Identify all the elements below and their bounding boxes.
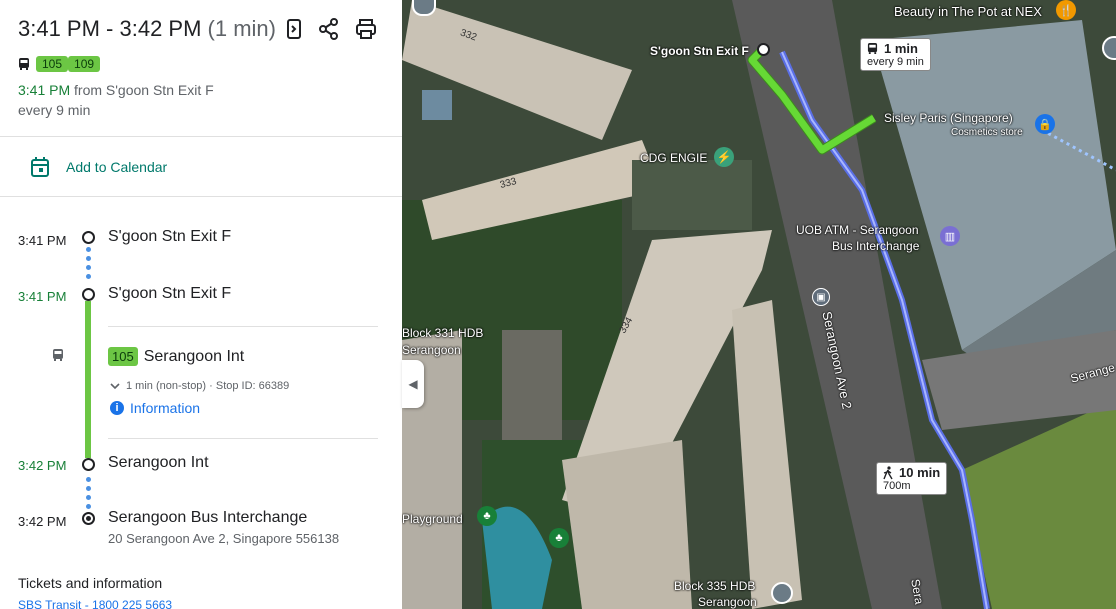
destination-marker (82, 512, 95, 525)
bus-callout-duration: 1 min (884, 41, 918, 56)
walking-icon (883, 465, 893, 479)
map-label-beauty: Beauty in The Pot at NEX (894, 4, 1042, 19)
bus-route-line (85, 301, 91, 458)
transit-provider-link[interactable]: SBS Transit - 1800 225 5663 (18, 598, 172, 609)
bus-callout-frequency: every 9 min (867, 56, 924, 68)
share-button[interactable] (319, 18, 339, 45)
chevron-left-icon: ◀ (408, 377, 418, 391)
step-time: 3:42 PM (18, 458, 67, 473)
map-label-playground: Playground (402, 512, 463, 526)
park-icon[interactable]: ♣ (549, 528, 569, 548)
send-to-phone-icon (287, 19, 301, 39)
time-range-text: 3:41 PM - 3:42 PM (18, 16, 202, 41)
departure-info: 3:41 PM from S'goon Stn Exit F (18, 82, 214, 98)
map-label-sisley: Sisley Paris (Singapore) (884, 111, 1013, 125)
collapse-panel-button[interactable]: ◀ (402, 360, 424, 408)
stop-marker (82, 288, 95, 301)
destination-address: 20 Serangoon Ave 2, Singapore 556138 (108, 531, 340, 546)
route-summary: 105 109 (18, 56, 101, 72)
calendar-label: Add to Calendar (66, 159, 168, 175)
bank-icon[interactable]: ▥ (940, 226, 960, 246)
bus-callout[interactable]: 1 min every 9 min (860, 38, 931, 71)
map-label-block-331: Block 331 HDB (402, 326, 484, 340)
place-pin-icon[interactable] (771, 582, 793, 604)
park-icon[interactable]: ♣ (477, 506, 497, 526)
trip-time-range: 3:41 PM - 3:42 PM (1 min) (18, 16, 276, 42)
departure-location: from S'goon Stn Exit F (74, 82, 214, 98)
walk-dots (86, 477, 91, 513)
share-icon (319, 18, 338, 40)
divider (0, 136, 402, 137)
walk-callout-duration: 10 min (899, 465, 941, 480)
stop-name[interactable]: S'goon Stn Exit F (108, 228, 231, 246)
map-label-cdg: CDG ENGIE (640, 151, 708, 165)
step-time: 3:41 PM (18, 289, 67, 304)
trip-duration: (1 min) (207, 16, 276, 41)
map-view[interactable]: ⚡ ▥ 🔒 🍴 ▣ ♣ ♣ S'goon Stn Exit F Beauty i… (402, 0, 1116, 609)
step-time: 3:41 PM (18, 233, 67, 248)
origin-stop-marker[interactable] (757, 43, 770, 56)
directions-panel: 3:41 PM - 3:42 PM (1 min) 105 109 3:41 P… (0, 0, 402, 609)
stop-name[interactable]: S'goon Stn Exit F (108, 285, 231, 303)
tickets-heading: Tickets and information (18, 575, 163, 591)
print-icon (356, 19, 376, 39)
divider (108, 326, 378, 327)
bus-stop-icon[interactable]: ▣ (812, 288, 830, 306)
stop-marker (82, 231, 95, 244)
map-label-uob: UOB ATM - Serangoon (796, 223, 919, 237)
information-label: Information (130, 400, 201, 416)
stop-name[interactable]: Serangoon Int (108, 454, 209, 472)
destination-name[interactable]: Serangoon Bus Interchange (108, 509, 307, 527)
route-badge-105: 105 (36, 56, 69, 72)
bus-icon (867, 43, 878, 54)
walk-dots (86, 247, 91, 283)
map-label-block-335-sub: Serangoon (698, 595, 757, 609)
restaurant-icon[interactable]: 🍴 (1056, 0, 1076, 20)
stop-marker (82, 458, 95, 471)
print-button[interactable] (355, 18, 377, 45)
bus-leg: 105 Serangoon Int (108, 347, 244, 366)
bus-destination: Serangoon Int (143, 347, 245, 365)
route-badge-109: 109 (68, 56, 101, 72)
place-pin-icon[interactable] (412, 0, 436, 16)
divider (108, 438, 378, 439)
bus-icon (19, 58, 29, 70)
ev-charging-icon[interactable]: ⚡ (714, 147, 734, 167)
bus-details-toggle[interactable]: 1 min (non-stop) · Stop ID: 66389 (110, 380, 289, 392)
bus-icon (53, 349, 63, 361)
send-to-phone-button[interactable] (284, 18, 304, 45)
walk-callout[interactable]: 10 min 700m (876, 462, 948, 495)
map-label-block-331-sub: Serangoon (402, 343, 461, 357)
chevron-down-icon (110, 383, 120, 390)
map-label-block-335: Block 335 HDB (674, 579, 756, 593)
calendar-icon (31, 157, 49, 177)
divider (0, 196, 402, 197)
walk-callout-distance: 700m (883, 480, 911, 492)
shopping-bag-icon[interactable]: 🔒 (1035, 114, 1055, 134)
map-label-exit-f: S'goon Stn Exit F (650, 44, 749, 58)
add-to-calendar-button[interactable]: Add to Calendar (30, 156, 167, 178)
bus-route-badge: 105 (108, 347, 138, 366)
map-label-sisley-category: Cosmetics store (951, 127, 1023, 138)
map-label-uob-sub: Bus Interchange (832, 239, 920, 253)
departure-time: 3:41 PM (18, 82, 71, 98)
bus-details-text: 1 min (non-stop) · Stop ID: 66389 (126, 380, 290, 392)
info-icon: i (110, 401, 124, 415)
satellite-imagery (402, 0, 1116, 609)
step-time: 3:42 PM (18, 514, 67, 529)
frequency-text: every 9 min (18, 102, 91, 118)
information-link[interactable]: i Information (110, 400, 200, 416)
